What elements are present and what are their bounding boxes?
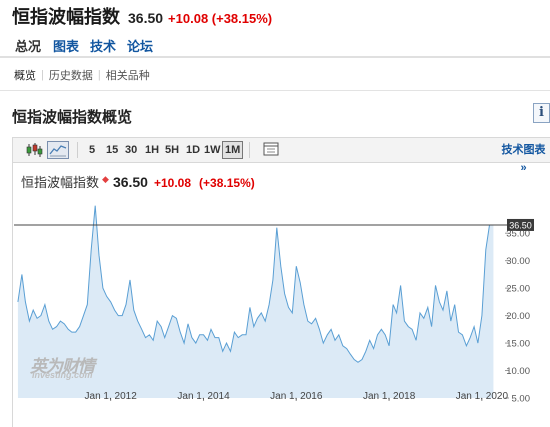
x-tick-label: Jan 1, 2016: [270, 391, 323, 402]
y-tick-label: 5.00: [512, 394, 531, 405]
y-tick-label: 10.00: [506, 366, 530, 377]
x-tick-label: Jan 1, 2020: [456, 391, 509, 402]
y-tick-label: 25.00: [506, 284, 530, 295]
y-tick-label: 35.00: [506, 229, 530, 240]
investing-watermark-logo: 英为财情 Investing.com: [30, 352, 95, 380]
y-tick-label: 30.00: [506, 256, 530, 267]
watermark-en-text: Investing.com: [32, 370, 93, 380]
x-tick-label: Jan 1, 2012: [85, 391, 138, 402]
y-tick-label: 15.00: [506, 339, 530, 350]
x-tick-label: Jan 1, 2014: [177, 391, 230, 402]
x-tick-label: Jan 1, 2018: [363, 391, 416, 402]
y-tick-label: 20.00: [506, 311, 530, 322]
